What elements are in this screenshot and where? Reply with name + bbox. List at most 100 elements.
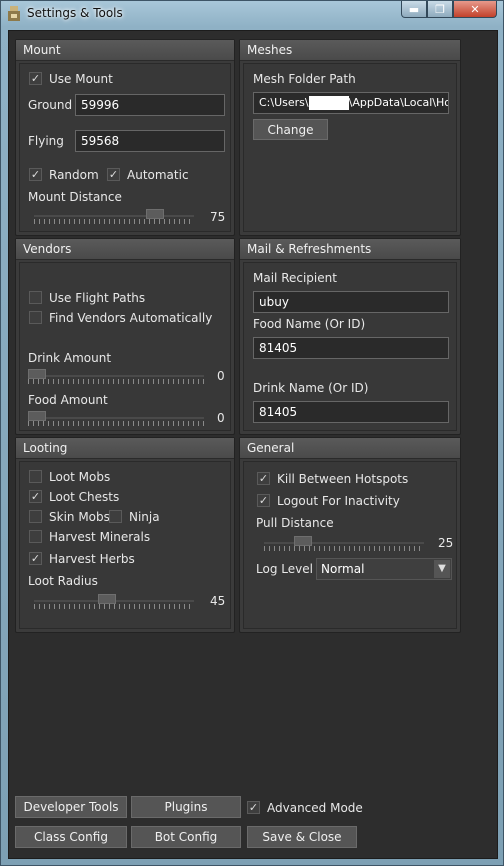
- ground-label: Ground: [28, 98, 73, 112]
- harvest-minerals-checkbox[interactable]: [29, 530, 42, 543]
- mesh-path-input[interactable]: C:\Users\ \AppData\Local\Hon: [253, 92, 449, 114]
- mount-group: Mount ✓ Use Mount Ground 59996 Flying 59…: [15, 39, 235, 236]
- harvest-minerals-label: Harvest Minerals: [49, 530, 151, 544]
- food-amount-slider[interactable]: [28, 411, 204, 429]
- find-vendors-checkbox[interactable]: [29, 311, 42, 324]
- drink-name-input[interactable]: 81405: [253, 401, 449, 423]
- vendors-header: Vendors: [16, 239, 234, 260]
- flying-mount-input[interactable]: 59568: [75, 130, 225, 152]
- meshes-group: Meshes Mesh Folder Path C:\Users\ \AppDat…: [239, 39, 461, 236]
- pull-distance-label: Pull Distance: [256, 516, 334, 530]
- flying-label: Flying: [28, 134, 64, 148]
- settings-window: Settings & Tools ▬ ❐ ✕ Mount ✓ Use Mount…: [0, 0, 504, 866]
- minimize-button[interactable]: ▬: [401, 1, 427, 18]
- drink-amount-value: 0: [217, 369, 225, 383]
- mesh-folder-label: Mesh Folder Path: [253, 72, 356, 86]
- loot-chests-label: Loot Chests: [49, 490, 120, 504]
- developer-tools-button[interactable]: Developer Tools: [15, 796, 127, 818]
- slider-thumb[interactable]: [28, 369, 46, 379]
- close-button[interactable]: ✕: [453, 1, 497, 18]
- loot-radius-slider[interactable]: [34, 594, 194, 612]
- slider-track: [28, 375, 204, 377]
- slider-track: [34, 215, 194, 217]
- mount-distance-slider[interactable]: [34, 209, 194, 227]
- save-close-button[interactable]: Save & Close: [247, 826, 357, 848]
- app-icon: [8, 6, 20, 21]
- logout-label: Logout For Inactivity: [277, 494, 400, 508]
- kill-between-label: Kill Between Hotspots: [277, 472, 409, 486]
- skin-mobs-checkbox[interactable]: [29, 510, 42, 523]
- client-area: Mount ✓ Use Mount Ground 59996 Flying 59…: [8, 30, 498, 859]
- looting-header: Looting: [16, 438, 234, 459]
- food-amount-label: Food Amount: [28, 393, 108, 407]
- advanced-mode-checkbox[interactable]: ✓: [247, 801, 260, 814]
- advanced-mode-label: Advanced Mode: [267, 801, 363, 815]
- mail-recipient-input[interactable]: ubuy: [253, 291, 449, 313]
- logout-checkbox[interactable]: ✓: [257, 494, 270, 507]
- kill-between-checkbox[interactable]: ✓: [257, 472, 270, 485]
- mesh-path-start: C:\Users\: [259, 96, 309, 109]
- slider-thumb[interactable]: [146, 209, 164, 219]
- food-name-label: Food Name (Or ID): [253, 317, 366, 331]
- class-config-button[interactable]: Class Config: [15, 826, 127, 848]
- plugins-button[interactable]: Plugins: [131, 796, 241, 818]
- looting-group: Looting Loot Mobs ✓ Loot Chests Skin Mob…: [15, 437, 235, 633]
- meshes-header: Meshes: [240, 40, 460, 61]
- chevron-down-icon[interactable]: ▼: [434, 560, 450, 578]
- drink-amount-slider[interactable]: [28, 369, 204, 387]
- automatic-checkbox[interactable]: ✓: [107, 168, 120, 181]
- find-vendors-label: Find Vendors Automatically: [49, 311, 213, 325]
- ninja-checkbox[interactable]: [109, 510, 122, 523]
- log-level-value: Normal: [321, 562, 365, 576]
- bot-config-button[interactable]: Bot Config: [131, 826, 241, 848]
- mail-recipient-label: Mail Recipient: [253, 271, 337, 285]
- mail-header: Mail & Refreshments: [240, 239, 460, 260]
- slider-ticks: [264, 546, 424, 551]
- loot-chests-checkbox[interactable]: ✓: [29, 490, 42, 503]
- use-mount-checkbox[interactable]: ✓: [29, 72, 42, 85]
- drink-amount-label: Drink Amount: [28, 351, 112, 365]
- log-level-label: Log Level: [256, 562, 313, 576]
- redacted-username: [308, 96, 349, 110]
- mesh-path-end: \AppData\Local\Hon: [348, 96, 449, 109]
- loot-mobs-label: Loot Mobs: [49, 470, 111, 484]
- slider-thumb[interactable]: [294, 536, 312, 546]
- loot-radius-value: 45: [210, 594, 226, 608]
- log-level-select[interactable]: Normal ▼: [316, 558, 452, 580]
- mount-distance-value: 75: [210, 210, 226, 224]
- slider-ticks: [34, 604, 194, 609]
- maximize-icon: ❐: [435, 2, 445, 16]
- skin-mobs-label: Skin Mobs: [49, 510, 110, 524]
- random-label: Random: [49, 168, 99, 182]
- general-header: General: [240, 438, 460, 459]
- slider-thumb[interactable]: [98, 594, 116, 604]
- slider-ticks: [28, 379, 204, 384]
- loot-mobs-checkbox[interactable]: [29, 470, 42, 483]
- food-name-input[interactable]: 81405: [253, 337, 449, 359]
- general-group: General ✓ Kill Between Hotspots ✓ Logout…: [239, 437, 461, 633]
- title-bar[interactable]: Settings & Tools ▬ ❐ ✕: [1, 1, 503, 27]
- mount-body: ✓ Use Mount Ground 59996 Flying 59568 ✓ …: [19, 63, 231, 232]
- ground-mount-input[interactable]: 59996: [75, 94, 225, 116]
- ninja-label: Ninja: [129, 510, 160, 524]
- slider-track: [264, 542, 424, 544]
- flight-paths-checkbox[interactable]: [29, 291, 42, 304]
- close-icon: ✕: [470, 2, 480, 16]
- mail-group: Mail & Refreshments Mail Recipient ubuy …: [239, 238, 461, 435]
- pull-distance-slider[interactable]: [264, 536, 424, 554]
- caption-buttons: ▬ ❐ ✕: [401, 1, 497, 19]
- maximize-button[interactable]: ❐: [427, 1, 453, 18]
- pull-distance-value: 25: [438, 536, 454, 550]
- harvest-herbs-checkbox[interactable]: ✓: [29, 552, 42, 565]
- change-button[interactable]: Change: [253, 119, 328, 140]
- window-title: Settings & Tools: [27, 6, 123, 20]
- minimize-icon: ▬: [408, 2, 420, 16]
- mount-header: Mount: [16, 40, 234, 61]
- automatic-label: Automatic: [127, 168, 189, 182]
- random-checkbox[interactable]: ✓: [29, 168, 42, 181]
- flight-paths-label: Use Flight Paths: [49, 291, 146, 305]
- use-mount-label: Use Mount: [49, 72, 113, 86]
- slider-track: [28, 417, 204, 419]
- mail-body: Mail Recipient ubuy Food Name (Or ID) 81…: [243, 262, 457, 431]
- slider-thumb[interactable]: [28, 411, 46, 421]
